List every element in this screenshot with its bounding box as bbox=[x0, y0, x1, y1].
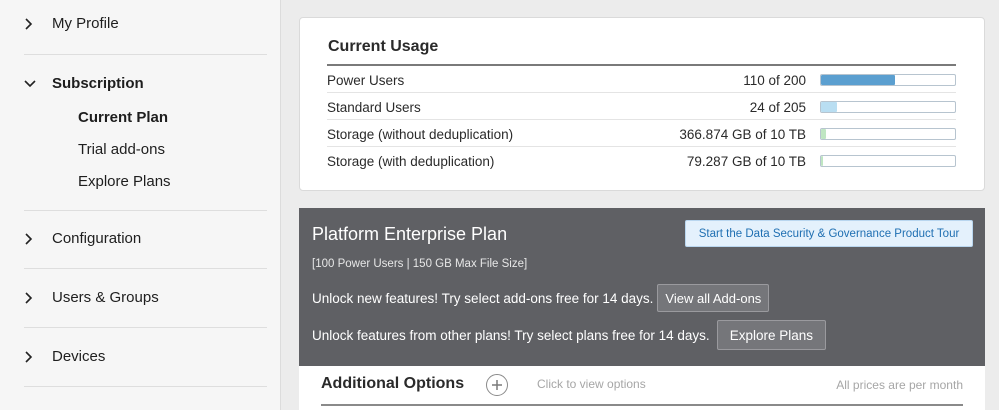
usage-row-name: Standard Users bbox=[327, 100, 421, 115]
sidebar-item-my-profile[interactable]: My Profile bbox=[24, 15, 119, 32]
usage-progress-bar bbox=[820, 74, 956, 86]
additional-options-section: Additional Options Click to view options… bbox=[299, 366, 985, 410]
usage-progress-fill bbox=[821, 156, 823, 166]
usage-progress-fill bbox=[821, 75, 895, 85]
divider bbox=[321, 404, 963, 406]
usage-row-power-users: Power Users 110 of 200 bbox=[327, 67, 956, 93]
usage-row-standard-users: Standard Users 24 of 205 bbox=[327, 94, 956, 120]
sidebar-item-label: My Profile bbox=[52, 15, 119, 32]
usage-progress-fill bbox=[821, 129, 826, 139]
plan-panel: Platform Enterprise Plan Start the Data … bbox=[299, 208, 985, 366]
plan-title: Platform Enterprise Plan bbox=[312, 224, 508, 244]
sidebar-item-subscription[interactable]: Subscription bbox=[24, 75, 144, 92]
sidebar-item-label: Subscription bbox=[52, 75, 144, 92]
usage-row-value: 79.287 GB of 10 TB bbox=[686, 154, 806, 169]
chevron-down-icon bbox=[24, 79, 52, 89]
usage-progress-fill bbox=[821, 102, 837, 112]
add-circle-icon[interactable] bbox=[486, 374, 508, 396]
explore-plans-button[interactable]: Explore Plans bbox=[716, 320, 826, 350]
usage-row-name: Power Users bbox=[327, 73, 405, 88]
sidebar-item-devices[interactable]: Devices bbox=[24, 348, 105, 365]
sidebar-subitem-current-plan[interactable]: Current Plan bbox=[78, 109, 168, 126]
current-usage-title: Current Usage bbox=[328, 38, 439, 55]
sidebar: My Profile Subscription Current Plan Tri… bbox=[0, 0, 281, 410]
divider bbox=[327, 64, 956, 66]
additional-options-hint: Click to view options bbox=[537, 377, 646, 391]
sidebar-item-label: Devices bbox=[52, 348, 106, 365]
prices-note: All prices are per month bbox=[836, 378, 963, 392]
usage-row-name: Storage (with deduplication) bbox=[327, 154, 495, 169]
divider bbox=[24, 210, 267, 211]
usage-row-name: Storage (without deduplication) bbox=[327, 127, 514, 142]
usage-progress-bar bbox=[820, 101, 956, 113]
chevron-right-icon bbox=[24, 350, 52, 363]
additional-options-title: Additional Options bbox=[321, 375, 465, 392]
current-usage-card: Current Usage Power Users 110 of 200 Sta… bbox=[299, 17, 985, 191]
chevron-right-icon bbox=[24, 291, 52, 304]
view-all-addons-button[interactable]: View all Add-ons bbox=[657, 284, 770, 312]
unlock-plans-row: Unlock features from other plans! Try se… bbox=[312, 320, 826, 350]
product-tour-button[interactable]: Start the Data Security & Governance Pro… bbox=[685, 220, 973, 247]
sidebar-subitem-trial-addons[interactable]: Trial add-ons bbox=[78, 141, 165, 158]
sidebar-item-label: Configuration bbox=[52, 230, 142, 247]
usage-progress-bar bbox=[820, 128, 956, 140]
divider bbox=[24, 54, 267, 55]
divider bbox=[24, 268, 267, 269]
usage-row-value: 366.874 GB of 10 TB bbox=[679, 127, 806, 142]
unlock-plans-text: Unlock features from other plans! Try se… bbox=[312, 327, 710, 343]
divider bbox=[24, 327, 267, 328]
sidebar-item-users-groups[interactable]: Users & Groups bbox=[24, 289, 159, 306]
sidebar-subitem-explore-plans[interactable]: Explore Plans bbox=[78, 173, 171, 190]
usage-row-storage-with-dedup: Storage (with deduplication) 79.287 GB o… bbox=[327, 148, 956, 174]
usage-progress-bar bbox=[820, 155, 956, 167]
usage-row-value: 110 of 200 bbox=[743, 73, 806, 88]
sidebar-item-label: Users & Groups bbox=[52, 289, 159, 306]
unlock-addons-text: Unlock new features! Try select add-ons … bbox=[312, 290, 654, 306]
usage-row-storage-without-dedup: Storage (without deduplication) 366.874 … bbox=[327, 121, 956, 147]
unlock-addons-row: Unlock new features! Try select add-ons … bbox=[312, 284, 770, 312]
chevron-right-icon bbox=[24, 232, 52, 245]
usage-row-value: 24 of 205 bbox=[749, 100, 806, 115]
chevron-right-icon bbox=[24, 17, 52, 30]
divider bbox=[24, 386, 267, 387]
plan-meta: [100 Power Users | 150 GB Max File Size] bbox=[312, 258, 528, 270]
sidebar-item-configuration[interactable]: Configuration bbox=[24, 230, 141, 247]
